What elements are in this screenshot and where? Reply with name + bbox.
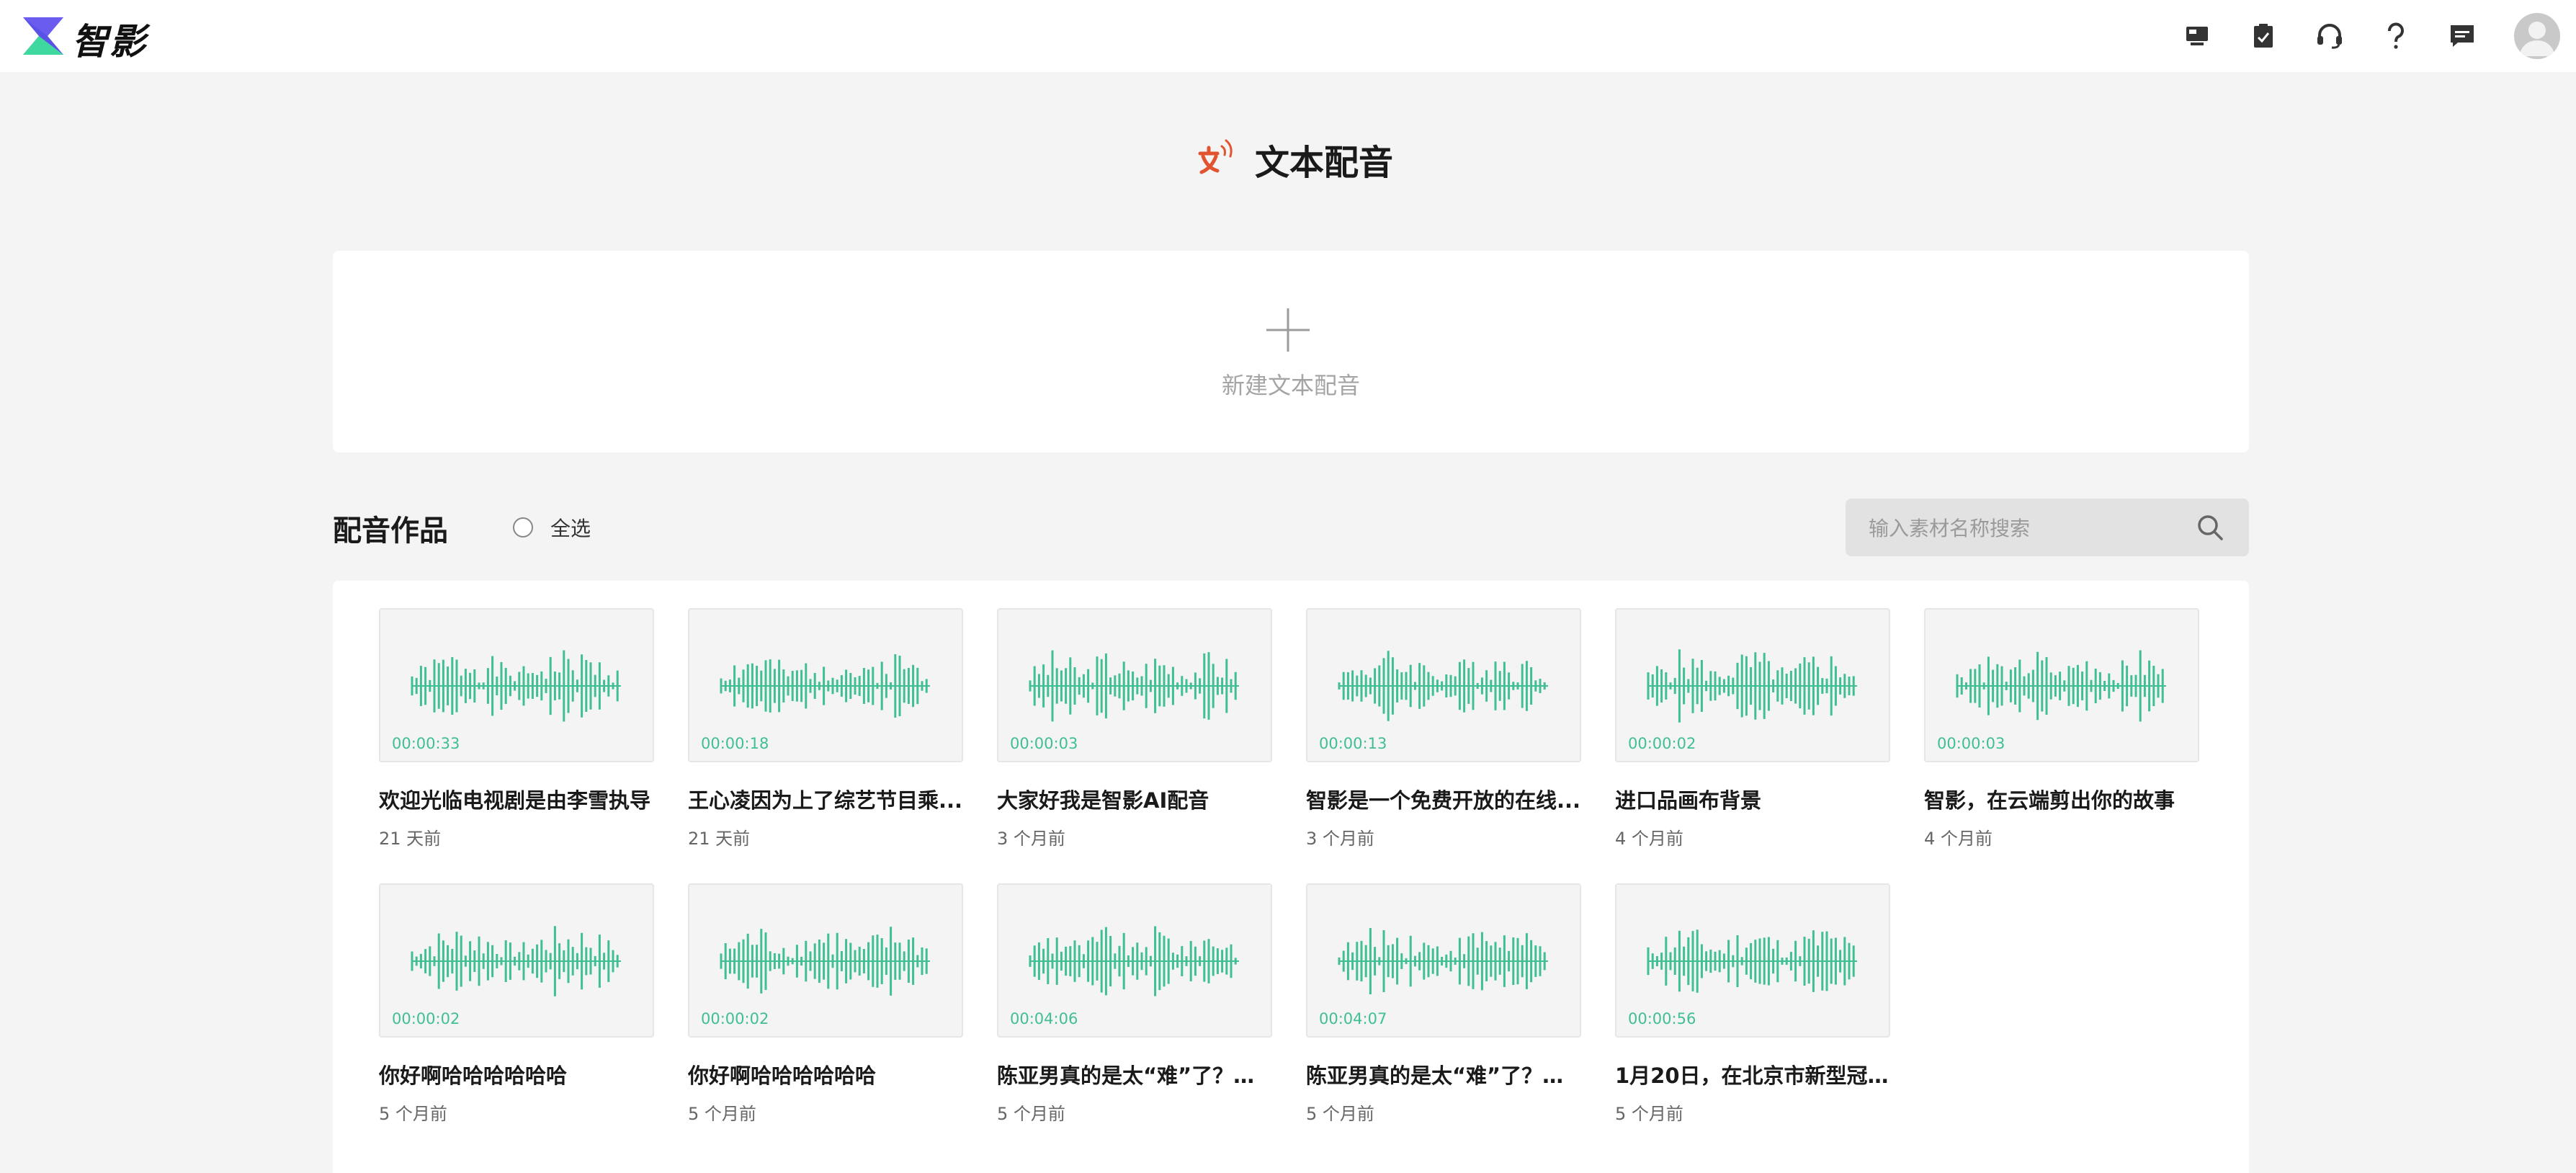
monitor-icon[interactable]	[2181, 20, 2213, 52]
work-item[interactable]: 00:00:18 王心凌因为上了综艺节目乘... 21 天前	[688, 608, 963, 849]
waveform-thumbnail[interactable]: 00:04:06	[997, 883, 1272, 1038]
waveform-thumbnail[interactable]: 00:00:56	[1615, 883, 1890, 1038]
search-box[interactable]	[1846, 499, 2249, 558]
search-icon[interactable]	[2196, 513, 2224, 542]
work-title[interactable]: 欢迎光临电视剧是由李雪执导	[379, 784, 654, 814]
duration-label: 00:00:02	[701, 1010, 769, 1027]
work-timestamp: 3 个月前	[1306, 829, 1374, 849]
help-icon[interactable]	[2380, 20, 2412, 52]
duration-label: 00:04:07	[1319, 1010, 1387, 1027]
work-item[interactable]: 00:00:03 智影，在云端剪出你的故事 4 个月前	[1924, 608, 2199, 849]
waveform-thumbnail[interactable]: 00:00:03	[997, 608, 1272, 762]
work-title[interactable]: 智影，在云端剪出你的故事	[1924, 784, 2199, 814]
work-title[interactable]: 进口品画布背景	[1615, 784, 1890, 814]
search-input[interactable]	[1867, 499, 2187, 558]
clipboard-check-icon[interactable]	[2248, 20, 2279, 52]
work-item[interactable]: 00:00:03 大家好我是智影AI配音 3 个月前	[997, 608, 1272, 849]
select-all-toggle[interactable]: 全选	[513, 513, 591, 542]
waveform-thumbnail[interactable]: 00:00:02	[688, 883, 963, 1038]
page-title: 文本配音	[1255, 143, 1394, 183]
work-item[interactable]: 00:00:02 你好啊哈哈哈哈哈哈 5 个月前	[688, 883, 963, 1125]
new-dubbing-card[interactable]: 新建文本配音	[333, 251, 2249, 452]
user-avatar[interactable]	[2514, 13, 2560, 59]
duration-label: 00:00:33	[392, 735, 460, 752]
work-timestamp: 5 个月前	[1306, 1104, 1374, 1124]
work-item[interactable]: 00:00:56 1月20日，在北京市新型冠... 5 个月前	[1615, 883, 1890, 1125]
work-title[interactable]: 智影是一个免费开放的在线...	[1306, 784, 1581, 814]
work-timestamp: 5 个月前	[379, 1104, 447, 1124]
works-grid: 00:00:33 欢迎光临电视剧是由李雪执导 21 天前 00:00:18 王心凌因为上…	[333, 581, 2249, 1173]
select-all-label: 全选	[550, 517, 591, 540]
waveform-thumbnail[interactable]: 00:00:13	[1306, 608, 1581, 762]
work-timestamp: 5 个月前	[997, 1104, 1065, 1124]
work-timestamp: 4 个月前	[1615, 829, 1683, 849]
work-item[interactable]: 00:04:07 陈亚男真的是太“难”了？从宣 5 个月前	[1306, 883, 1581, 1125]
message-icon[interactable]	[2446, 20, 2478, 52]
duration-label: 00:00:02	[1628, 735, 1696, 752]
work-item[interactable]: 00:00:13 智影是一个免费开放的在线... 3 个月前	[1306, 608, 1581, 849]
duration-label: 00:00:03	[1937, 735, 2005, 752]
duration-label: 00:00:03	[1010, 735, 1078, 752]
waveform-thumbnail[interactable]: 00:00:33	[379, 608, 654, 762]
work-title[interactable]: 陈亚男真的是太“难”了？从宣	[1306, 1059, 1581, 1089]
top-nav: 智影	[0, 0, 2576, 72]
work-title[interactable]: 你好啊哈哈哈哈哈哈	[379, 1059, 654, 1089]
brand-name[interactable]: 智影	[72, 13, 147, 65]
waveform-thumbnail[interactable]: 00:00:02	[1615, 608, 1890, 762]
waveform-thumbnail[interactable]: 00:00:18	[688, 608, 963, 762]
work-title[interactable]: 陈亚男真的是太“难”了？从宣	[997, 1059, 1272, 1089]
text-to-speech-icon	[1198, 139, 1233, 174]
duration-label: 00:00:18	[701, 735, 769, 752]
duration-label: 00:04:06	[1010, 1010, 1078, 1027]
duration-label: 00:00:56	[1628, 1010, 1696, 1027]
duration-label: 00:00:02	[392, 1010, 460, 1027]
work-timestamp: 3 个月前	[997, 829, 1065, 849]
work-item[interactable]: 00:00:02 进口品画布背景 4 个月前	[1615, 608, 1890, 849]
work-timestamp: 5 个月前	[1615, 1104, 1683, 1124]
work-timestamp: 21 天前	[688, 829, 751, 849]
work-item[interactable]: 00:00:33 欢迎光临电视剧是由李雪执导 21 天前	[379, 608, 654, 849]
work-title[interactable]: 你好啊哈哈哈哈哈哈	[688, 1059, 963, 1089]
app-logo[interactable]	[23, 17, 63, 55]
select-all-radio[interactable]	[513, 517, 533, 538]
work-item[interactable]: 00:04:06 陈亚男真的是太“难”了？从宣 5 个月前	[997, 883, 1272, 1125]
work-title[interactable]: 大家好我是智影AI配音	[997, 784, 1272, 814]
waveform-thumbnail[interactable]: 00:00:02	[379, 883, 654, 1038]
waveform-thumbnail[interactable]: 00:00:03	[1924, 608, 2199, 762]
work-item[interactable]: 00:00:02 你好啊哈哈哈哈哈哈 5 个月前	[379, 883, 654, 1125]
work-timestamp: 5 个月前	[688, 1104, 756, 1124]
work-title[interactable]: 1月20日，在北京市新型冠...	[1615, 1059, 1890, 1089]
duration-label: 00:00:13	[1319, 735, 1387, 752]
plus-icon	[1266, 308, 1310, 352]
new-dubbing-label: 新建文本配音	[1221, 372, 1360, 399]
headset-icon[interactable]	[2314, 20, 2345, 52]
page-header: 文本配音	[1196, 134, 1393, 184]
work-timestamp: 4 个月前	[1924, 829, 1993, 849]
section-title: 配音作品	[333, 514, 448, 548]
waveform-thumbnail[interactable]: 00:04:07	[1306, 883, 1581, 1038]
work-title[interactable]: 王心凌因为上了综艺节目乘...	[688, 784, 963, 814]
work-timestamp: 21 天前	[379, 829, 442, 849]
